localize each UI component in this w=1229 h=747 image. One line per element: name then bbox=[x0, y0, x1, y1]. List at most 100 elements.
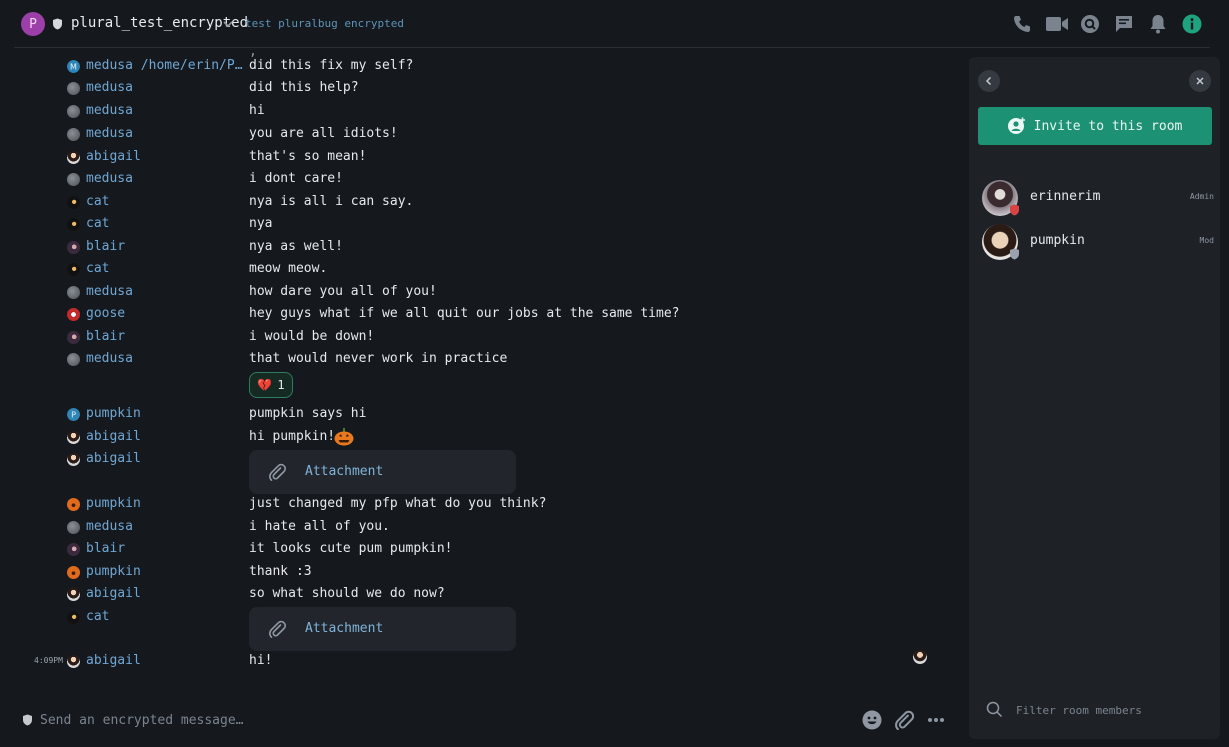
message-row[interactable]: blair i would be down! bbox=[0, 326, 960, 348]
avatar[interactable] bbox=[67, 241, 80, 254]
room-topic[interactable]: test pluralbug encrypted bbox=[245, 17, 404, 30]
avatar[interactable] bbox=[67, 105, 80, 118]
message-sender[interactable]: cat bbox=[86, 261, 109, 276]
avatar[interactable] bbox=[67, 151, 80, 164]
message-sender[interactable]: abigail bbox=[86, 429, 141, 444]
attach-icon[interactable] bbox=[893, 709, 915, 731]
message-sender[interactable]: medusa bbox=[86, 351, 133, 366]
message-sender[interactable]: pumpkin bbox=[86, 564, 141, 579]
avatar[interactable] bbox=[67, 263, 80, 276]
message-sender[interactable]: pumpkin bbox=[86, 496, 141, 511]
threads-icon[interactable] bbox=[1113, 13, 1135, 35]
message-sender[interactable]: abigail bbox=[86, 586, 141, 601]
attachment-label[interactable]: Attachment bbox=[305, 464, 383, 479]
chevron-down-icon[interactable] bbox=[222, 18, 234, 30]
message-row[interactable]: blair nya as well! bbox=[0, 236, 960, 258]
avatar[interactable] bbox=[67, 331, 80, 344]
avatar[interactable] bbox=[67, 128, 80, 141]
avatar[interactable] bbox=[67, 521, 80, 534]
avatar[interactable] bbox=[67, 498, 80, 511]
read-receipt-avatar[interactable] bbox=[913, 650, 927, 664]
video-icon[interactable] bbox=[1045, 13, 1069, 35]
message-body: hi pumpkin! bbox=[249, 429, 336, 444]
message-row[interactable]: medusa did this help? bbox=[0, 77, 960, 99]
message-row[interactable]: abigail so what should we do now? bbox=[0, 583, 960, 605]
phone-icon[interactable] bbox=[1011, 13, 1033, 35]
message-row[interactable]: medusa i dont care! bbox=[0, 168, 960, 190]
message-sender[interactable]: pumpkin bbox=[86, 406, 141, 421]
avatar[interactable] bbox=[67, 218, 80, 231]
message-sender[interactable]: abigail bbox=[86, 149, 141, 164]
message-row[interactable]: M medusa /home/erin/Pictures did this fi… bbox=[0, 55, 960, 77]
invite-button[interactable]: Invite to this room bbox=[978, 107, 1212, 145]
message-sender[interactable]: blair bbox=[86, 239, 125, 254]
avatar[interactable] bbox=[67, 353, 80, 366]
avatar[interactable] bbox=[67, 173, 80, 186]
message-row[interactable]: medusa that would never work in practice bbox=[0, 348, 960, 370]
message-sender[interactable]: blair bbox=[86, 541, 125, 556]
message-sender[interactable]: medusa bbox=[86, 519, 133, 534]
message-sender[interactable]: medusa bbox=[86, 126, 133, 141]
avatar[interactable] bbox=[67, 588, 80, 601]
message-sender[interactable]: cat bbox=[86, 216, 109, 231]
message-sender[interactable]: medusa bbox=[86, 103, 133, 118]
message-sender[interactable]: medusa bbox=[86, 284, 133, 299]
message-row[interactable]: blair it looks cute pum pumpkin! bbox=[0, 538, 960, 560]
jack-o-lantern-icon bbox=[334, 428, 354, 446]
avatar[interactable] bbox=[67, 286, 80, 299]
info-icon[interactable] bbox=[1181, 13, 1203, 35]
avatar[interactable] bbox=[67, 611, 80, 624]
avatar[interactable]: P bbox=[67, 408, 80, 421]
message-sender[interactable]: medusa bbox=[86, 80, 133, 95]
message-row[interactable]: medusa i hate all of you. bbox=[0, 516, 960, 538]
emoji-icon[interactable] bbox=[861, 709, 883, 731]
avatar[interactable] bbox=[67, 543, 80, 556]
attachment-label[interactable]: Attachment bbox=[305, 621, 383, 636]
message-row[interactable]: abigail that's so mean! bbox=[0, 146, 960, 168]
room-avatar[interactable]: P bbox=[21, 12, 45, 36]
message-sender[interactable]: medusa /home/erin/Pictures bbox=[86, 58, 246, 73]
message-row[interactable]: P pumpkin pumpkin says hi bbox=[0, 403, 960, 425]
avatar[interactable] bbox=[67, 196, 80, 209]
message-sender[interactable]: abigail bbox=[86, 653, 141, 668]
message-sender[interactable]: abigail bbox=[86, 451, 141, 466]
member-row[interactable]: erinnerim Admin bbox=[982, 180, 1214, 216]
message-row[interactable]: cat meow meow. bbox=[0, 258, 960, 280]
message-row[interactable]: pumpkin thank :3 bbox=[0, 561, 960, 583]
avatar[interactable] bbox=[67, 308, 80, 321]
more-icon[interactable] bbox=[925, 709, 947, 731]
filter-members bbox=[986, 700, 1206, 720]
avatar[interactable] bbox=[67, 453, 80, 466]
member-row[interactable]: pumpkin Mod bbox=[982, 224, 1214, 260]
message-sender[interactable]: cat bbox=[86, 194, 109, 209]
message-sender[interactable]: goose bbox=[86, 306, 125, 321]
message-row[interactable]: cat nya bbox=[0, 213, 960, 235]
message-row[interactable]: cat nya is all i can say. bbox=[0, 191, 960, 213]
avatar[interactable] bbox=[67, 431, 80, 444]
message-row[interactable]: pumpkin just changed my pfp what do you … bbox=[0, 493, 960, 515]
message-sender[interactable]: blair bbox=[86, 329, 125, 344]
message-row[interactable]: abigail hi pumpkin! bbox=[0, 426, 960, 448]
attachment-card[interactable]: Attachment bbox=[249, 450, 516, 494]
attachment-card[interactable]: Attachment bbox=[249, 607, 516, 651]
message-row[interactable]: goose hey guys what if we all quit our j… bbox=[0, 303, 960, 325]
search-icon[interactable] bbox=[1079, 13, 1101, 35]
message-sender[interactable]: cat bbox=[86, 609, 109, 624]
timeline[interactable]: , M medusa /home/erin/Pictures did this … bbox=[0, 48, 960, 688]
avatar[interactable]: M bbox=[67, 60, 80, 73]
message-row[interactable]: medusa hi bbox=[0, 100, 960, 122]
close-button[interactable] bbox=[1189, 70, 1211, 92]
avatar[interactable] bbox=[67, 655, 80, 668]
reaction-broken-heart[interactable]: 💔 1 bbox=[249, 372, 293, 398]
bell-icon[interactable] bbox=[1147, 13, 1169, 35]
message-row[interactable]: medusa how dare you all of you! bbox=[0, 281, 960, 303]
message-input[interactable] bbox=[38, 708, 828, 732]
avatar[interactable] bbox=[67, 82, 80, 95]
back-button[interactable] bbox=[978, 70, 1000, 92]
message-sender[interactable]: medusa bbox=[86, 171, 133, 186]
message-row[interactable]: medusa you are all idiots! bbox=[0, 123, 960, 145]
message-body: pumpkin says hi bbox=[249, 406, 367, 421]
message-row[interactable]: 4:09PM abigail hi! bbox=[0, 650, 960, 672]
avatar[interactable] bbox=[67, 566, 80, 579]
filter-members-input[interactable] bbox=[1014, 701, 1204, 719]
